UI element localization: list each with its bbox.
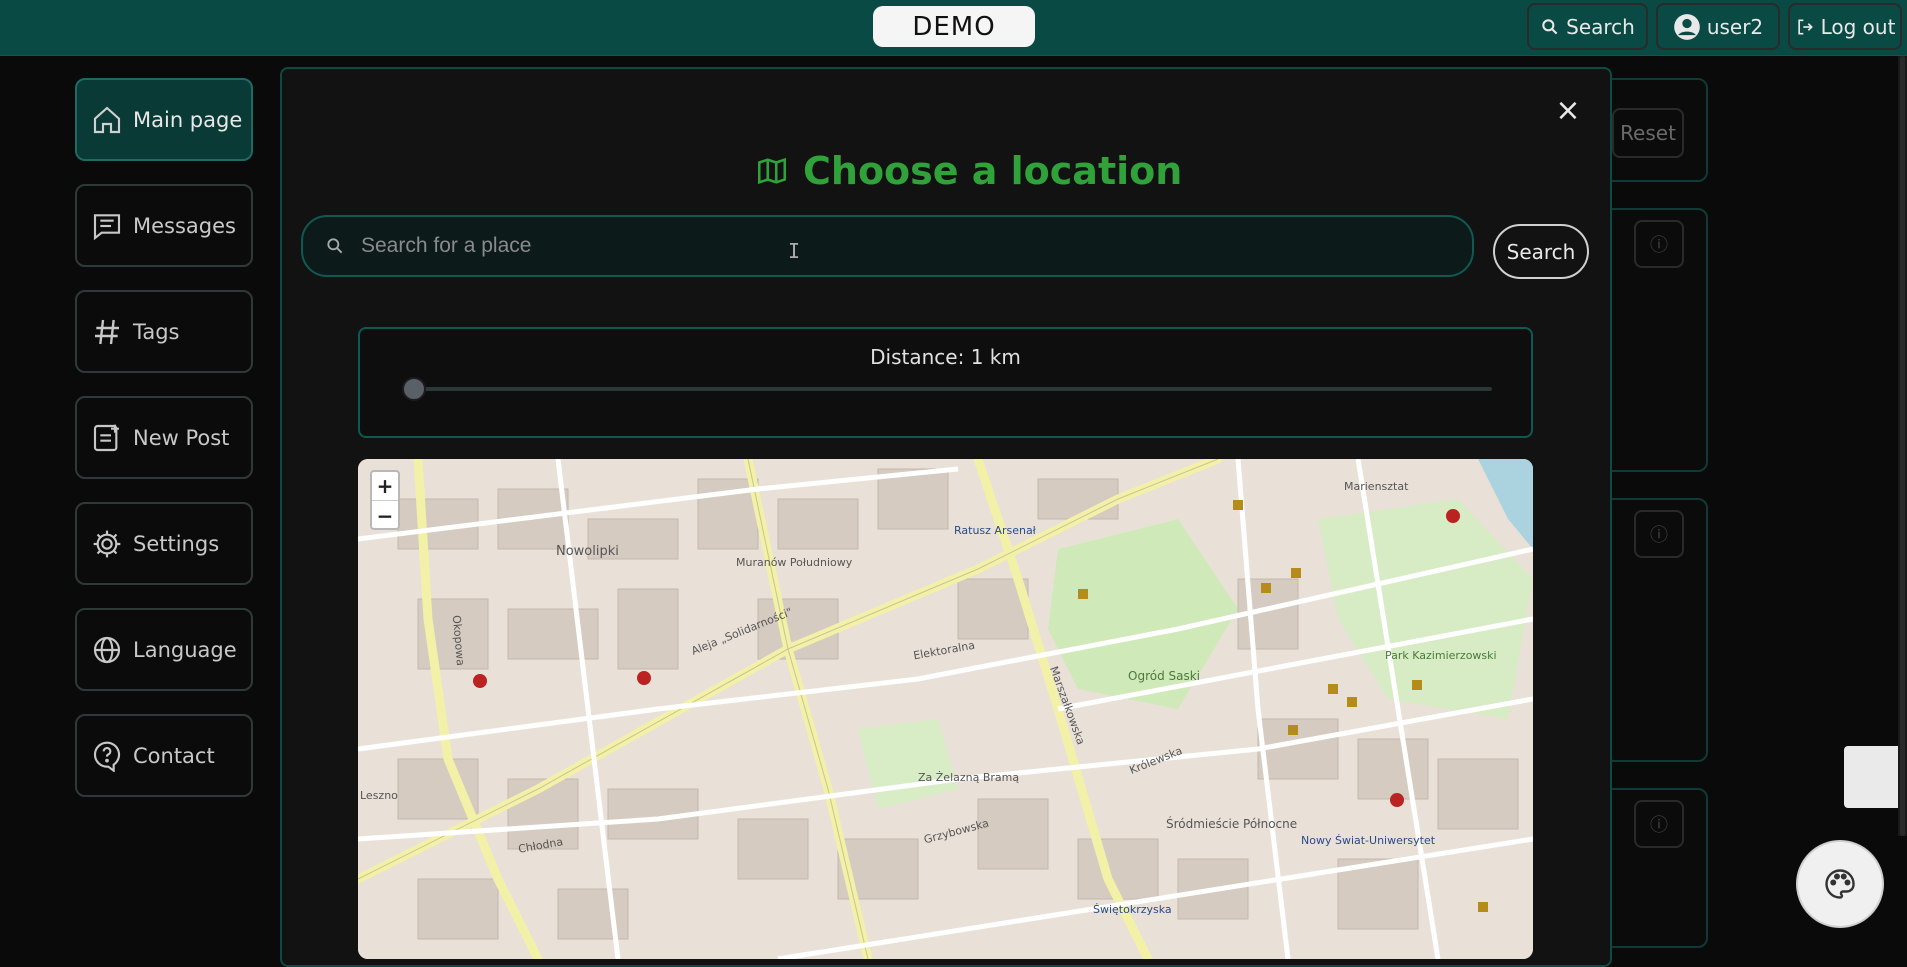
new-post-icon bbox=[93, 424, 119, 451]
distance-panel: Distance: 1 km bbox=[358, 327, 1533, 438]
theme-palette-button[interactable] bbox=[1796, 840, 1884, 928]
reset-button[interactable]: Reset bbox=[1612, 108, 1684, 158]
zoom-in-button[interactable]: + bbox=[372, 472, 398, 501]
map-label: Mariensztat bbox=[1344, 480, 1409, 493]
search-icon bbox=[327, 238, 343, 254]
sidebar-item-label: Settings bbox=[133, 531, 220, 556]
map-label: Ratusz Arsenał bbox=[954, 524, 1036, 537]
map-label: Za Żelazną Bramą bbox=[918, 771, 1020, 784]
text-cursor-icon: I bbox=[788, 239, 801, 263]
user-name: user2 bbox=[1706, 14, 1764, 39]
globe-icon bbox=[93, 636, 121, 663]
map-label: Nowy Świat-Uniwersytet bbox=[1301, 834, 1436, 847]
map-icon bbox=[757, 157, 787, 185]
sidebar-item-new-post[interactable]: New Post bbox=[75, 396, 253, 479]
page-scrollbar[interactable] bbox=[1898, 56, 1907, 836]
map-label: Muranów Południowy bbox=[736, 556, 853, 569]
app-logo[interactable]: DEMO bbox=[873, 6, 1035, 47]
map-label: Świętokrzyska bbox=[1093, 903, 1172, 916]
logout-label: Log out bbox=[1820, 14, 1896, 39]
user-menu-button[interactable]: user2 bbox=[1656, 3, 1780, 50]
sidebar-item-label: New Post bbox=[133, 425, 230, 450]
zoom-out-button[interactable]: − bbox=[372, 501, 398, 530]
sidebar-item-main-page[interactable]: Main page bbox=[75, 78, 253, 161]
map-label: Śródmieście Północne bbox=[1166, 817, 1298, 831]
sidebar-item-label: Language bbox=[133, 637, 237, 662]
info-icon[interactable]: ⓘ bbox=[1634, 510, 1684, 558]
close-icon[interactable]: × bbox=[1550, 92, 1586, 128]
location-map[interactable]: Nowolipki Muranów Południowy Ratusz Arse… bbox=[358, 459, 1533, 959]
place-search-field[interactable] bbox=[301, 215, 1474, 277]
logout-icon bbox=[1797, 19, 1813, 34]
distance-slider-thumb[interactable] bbox=[402, 377, 426, 401]
info-icon[interactable]: ⓘ bbox=[1634, 220, 1684, 268]
sidebar-item-label: Messages bbox=[133, 213, 236, 238]
hash-icon bbox=[95, 319, 119, 344]
palette-icon bbox=[1825, 869, 1855, 899]
sidebar-item-contact[interactable]: Contact bbox=[75, 714, 253, 797]
map-label: Leszno bbox=[360, 789, 398, 802]
sidebar-item-label: Main page bbox=[133, 107, 243, 132]
help-icon bbox=[93, 741, 121, 772]
distance-label: Distance: 1 km bbox=[870, 345, 1021, 369]
sidebar-item-language[interactable]: Language bbox=[75, 608, 253, 691]
message-icon bbox=[93, 213, 121, 240]
sidebar-item-tags[interactable]: Tags bbox=[75, 290, 253, 373]
user-avatar-icon bbox=[1673, 13, 1700, 40]
map-label: Ogród Saski bbox=[1128, 669, 1201, 683]
place-search-button[interactable]: Search bbox=[1493, 224, 1589, 279]
map-label: Nowolipki bbox=[556, 544, 619, 559]
header-search-label: Search bbox=[1566, 14, 1635, 39]
sidebar-item-messages[interactable]: Messages bbox=[75, 184, 253, 267]
modal-title: Choose a location bbox=[755, 146, 1182, 196]
place-search-input[interactable] bbox=[361, 234, 1441, 258]
map-zoom-control: + − bbox=[370, 470, 400, 530]
modal-title-text: Choose a location bbox=[803, 149, 1183, 193]
top-bar: DEMO Search user2 Log out bbox=[0, 0, 1907, 56]
sidebar-item-label: Contact bbox=[133, 743, 215, 768]
sidebar-item-settings[interactable]: Settings bbox=[75, 502, 253, 585]
header-search-button[interactable]: Search bbox=[1527, 3, 1648, 50]
home-icon bbox=[93, 106, 121, 133]
search-icon bbox=[1542, 18, 1558, 34]
logout-button[interactable]: Log out bbox=[1788, 3, 1902, 50]
map-tiles bbox=[358, 459, 1533, 959]
gear-icon bbox=[93, 530, 121, 557]
info-icon[interactable]: ⓘ bbox=[1634, 800, 1684, 848]
sidebar-item-label: Tags bbox=[133, 319, 180, 344]
map-label: Park Kazimierzowski bbox=[1385, 649, 1497, 662]
distance-slider-track[interactable] bbox=[414, 387, 1492, 391]
